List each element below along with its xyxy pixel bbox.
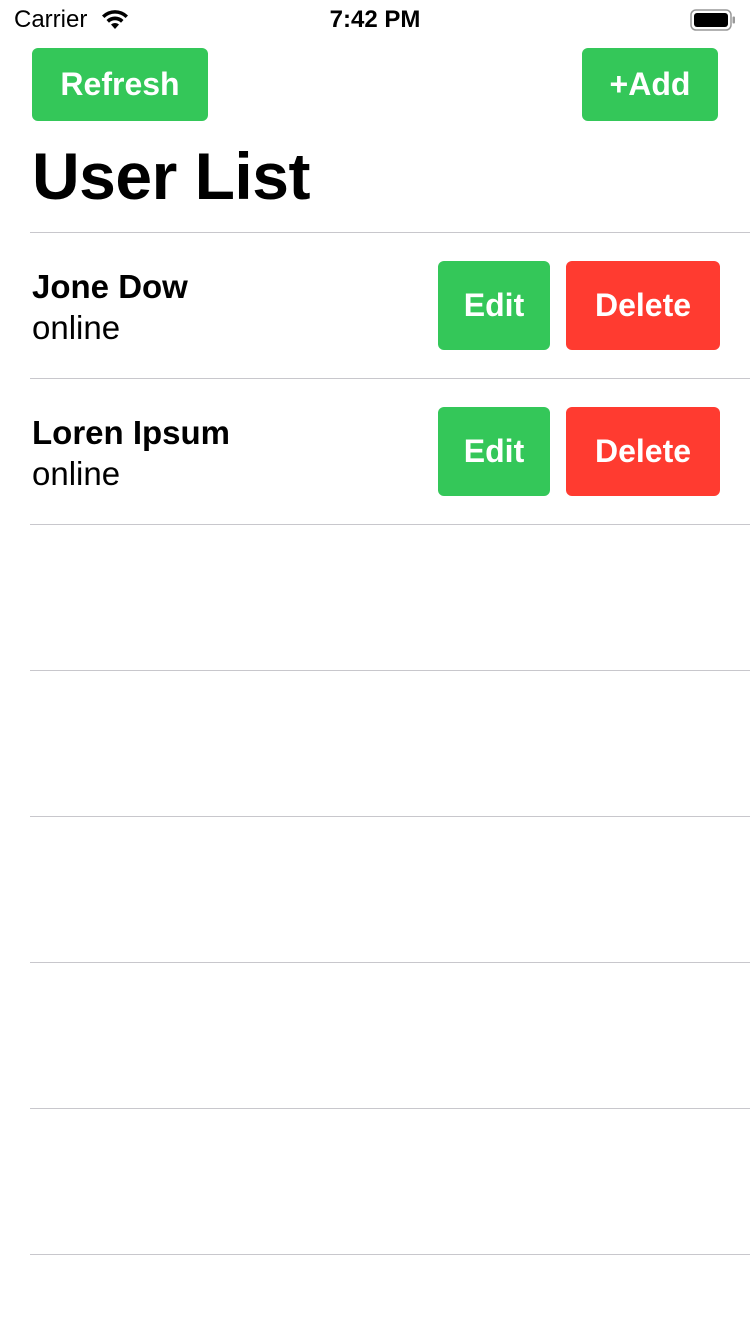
delete-button[interactable]: Delete xyxy=(566,407,720,496)
user-status: online xyxy=(32,455,121,492)
empty-list-row xyxy=(30,525,750,670)
empty-list-row xyxy=(30,963,750,1108)
status-time: 7:42 PM xyxy=(329,6,421,33)
page-title: User List xyxy=(32,139,310,213)
empty-list-row xyxy=(30,1109,750,1254)
edit-button[interactable]: Edit xyxy=(438,261,550,350)
refresh-button[interactable]: Refresh xyxy=(32,48,208,121)
list-separator xyxy=(30,1254,750,1255)
list-item: Loren Ipsum online Edit Delete xyxy=(30,379,750,524)
user-name: Loren Ipsum xyxy=(32,414,231,451)
edit-button[interactable]: Edit xyxy=(438,407,550,496)
user-list: Jone Dow online Edit Delete Loren Ipsum … xyxy=(30,232,750,1255)
status-bar: Carrier 7:42 PM xyxy=(0,0,750,40)
empty-list-row xyxy=(30,671,750,816)
list-item: Jone Dow online Edit Delete xyxy=(30,233,750,378)
battery-icon xyxy=(690,9,735,31)
add-user-button[interactable]: +Add xyxy=(582,48,718,121)
user-name: Jone Dow xyxy=(32,268,188,305)
empty-list-row xyxy=(30,817,750,962)
user-status: online xyxy=(32,309,121,346)
delete-button[interactable]: Delete xyxy=(566,261,720,350)
